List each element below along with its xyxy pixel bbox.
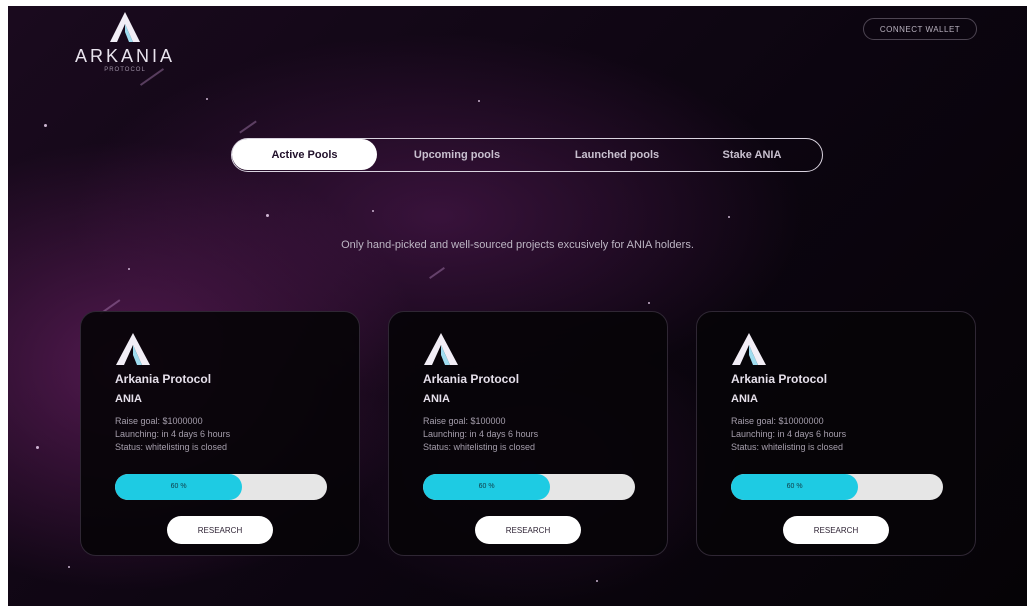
logo-wordmark: ARKANIA [74,46,176,66]
whitelist-status: Status: whitelisting is closed [731,442,844,452]
raise-goal: Raise goal: $100000 [423,416,506,426]
logo-subtitle: PROTOCOL [104,67,146,73]
light-streak [239,120,257,134]
pool-progress-bar: 60 % [731,474,943,500]
progress-label: 60 % [170,483,187,490]
tagline: Only hand-picked and well-sourced projec… [341,239,694,251]
particle [372,210,374,212]
whitelist-status: Status: whitelisting is closed [423,442,536,452]
research-button[interactable]: RESEARCH [783,516,889,544]
progress-label: 60 % [478,483,495,490]
whitelist-status: Status: whitelisting is closed [115,442,228,452]
particle [478,100,480,102]
pool-name: Arkania Protocol [731,372,828,386]
launch-time: Launching: in 4 days 6 hours [423,429,539,439]
tab-active-pools[interactable]: Active Pools [232,139,377,170]
pool-card: Arkania Protocol ANIA Raise goal: $10000… [696,311,976,556]
arkania-logo-icon [732,333,766,365]
particle [44,124,47,127]
light-streak [429,267,445,279]
research-button[interactable]: RESEARCH [167,516,273,544]
pool-progress-bar: 60 % [423,474,635,500]
pool-card: Arkania Protocol ANIA Raise goal: $10000… [80,311,360,556]
pool-ticker: ANIA [423,393,450,405]
tab-launched-pools[interactable]: Launched pools [552,139,682,170]
research-button[interactable]: RESEARCH [475,516,581,544]
arkania-logo-icon [110,12,140,42]
pool-ticker: ANIA [115,393,142,405]
tab-upcoming-pools[interactable]: Upcoming pools [392,139,522,170]
particle [68,566,70,568]
app-background: ARKANIA PROTOCOL CONNECT WALLET Active P… [8,6,1027,606]
arkania-logo-icon [424,333,458,365]
raise-goal: Raise goal: $1000000 [115,416,203,426]
pool-card: Arkania Protocol ANIA Raise goal: $10000… [388,311,668,556]
progress-label: 60 % [786,483,803,490]
pool-name: Arkania Protocol [423,372,520,386]
particle [596,580,598,582]
pool-name: Arkania Protocol [115,372,212,386]
connect-wallet-button[interactable]: CONNECT WALLET [863,18,977,40]
particle [648,302,650,304]
tab-stake-ania[interactable]: Stake ANIA [692,139,812,170]
pool-ticker: ANIA [731,393,758,405]
arkania-logo-icon [116,333,150,365]
particle [206,98,208,100]
particle [36,446,39,449]
particle [728,216,730,218]
particle [128,268,130,270]
pool-tabs: Active Pools Upcoming pools Launched poo… [231,138,823,172]
pool-progress-bar: 60 % [115,474,327,500]
launch-time: Launching: in 4 days 6 hours [115,429,231,439]
particle [266,214,269,217]
launch-time: Launching: in 4 days 6 hours [731,429,847,439]
brand-logo[interactable]: ARKANIA PROTOCOL [60,10,190,76]
raise-goal: Raise goal: $10000000 [731,416,824,426]
